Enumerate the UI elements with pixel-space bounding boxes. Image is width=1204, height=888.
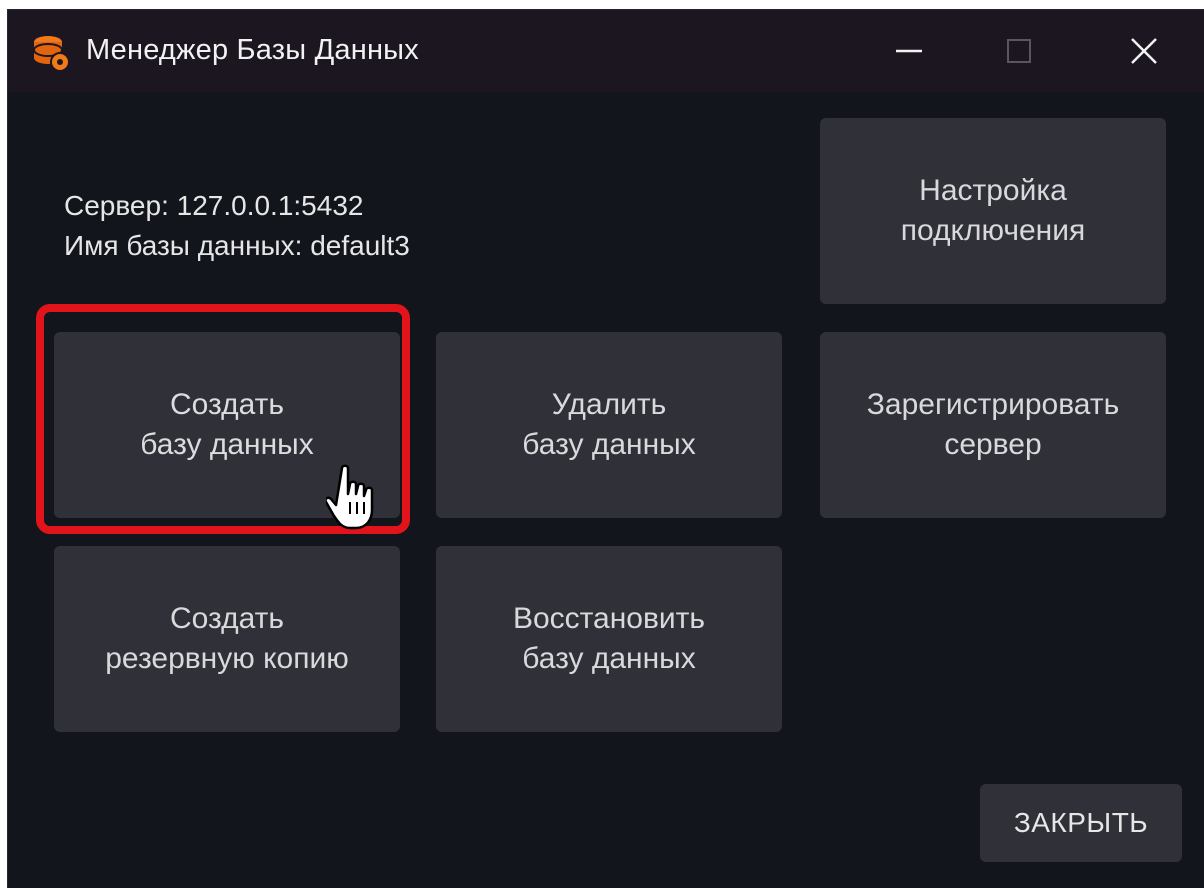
window-title: Менеджер Базы Данных: [86, 34, 419, 66]
close-icon: [1131, 38, 1157, 64]
create-backup-button[interactable]: Создать резервную копию: [54, 546, 400, 732]
database-name-label: Имя базы данных: default3: [64, 230, 410, 261]
close-window-button[interactable]: [1084, 10, 1204, 92]
maximize-icon: [1007, 39, 1031, 63]
connection-settings-button[interactable]: Настройка подключения: [820, 118, 1166, 304]
hand-pointer-icon: [326, 464, 374, 530]
database-manager-window: Менеджер Базы Данных Сервер: 127.0.0.1:5…: [8, 10, 1204, 888]
restore-database-button[interactable]: Восстановить базу данных: [436, 546, 782, 732]
delete-database-button[interactable]: Удалить базу данных: [436, 332, 782, 518]
register-server-button[interactable]: Зарегистрировать сервер: [820, 332, 1166, 518]
maximize-button[interactable]: [964, 10, 1074, 92]
connection-info: Сервер: 127.0.0.1:5432 Имя базы данных: …: [64, 186, 410, 266]
server-label: Сервер: 127.0.0.1:5432: [64, 190, 364, 221]
database-wrench-icon: [33, 36, 70, 72]
title-bar[interactable]: Менеджер Базы Данных: [8, 10, 1204, 92]
close-button[interactable]: ЗАКРЫТЬ: [980, 784, 1182, 862]
minimize-button[interactable]: [854, 10, 964, 92]
minimize-icon: [896, 49, 922, 53]
